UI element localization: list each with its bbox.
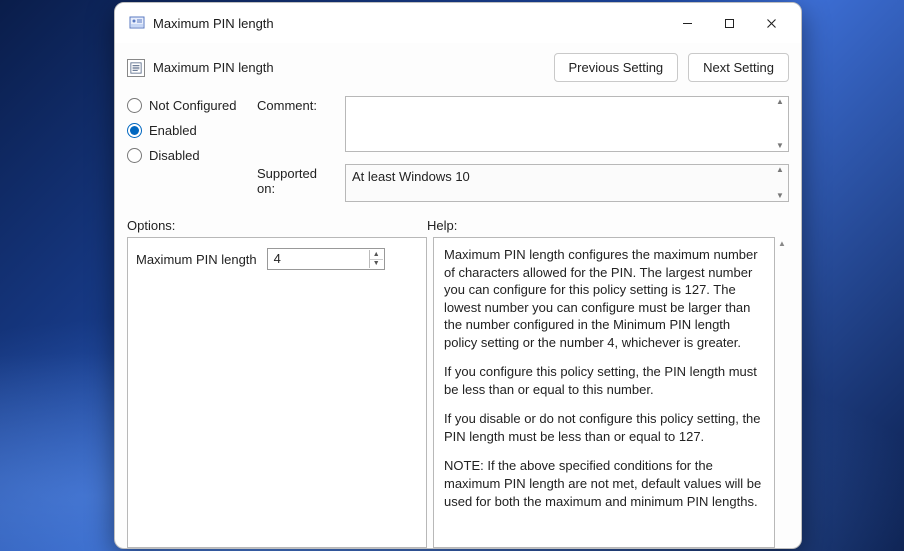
max-pin-length-input[interactable]: 4 ▲ ▼ [267,248,385,270]
help-panel[interactable]: Maximum PIN length configures the maximu… [433,237,775,548]
dialog-content: Maximum PIN length Previous Setting Next… [115,43,801,548]
policy-header-row: Maximum PIN length Previous Setting Next… [127,53,789,82]
supported-on-value: At least Windows 10 [352,169,470,184]
max-pin-length-label: Maximum PIN length [136,252,257,267]
policy-name: Maximum PIN length [153,60,274,75]
radio-disabled[interactable]: Disabled [127,148,247,163]
radio-label: Not Configured [149,98,236,113]
window-title: Maximum PIN length [153,16,274,31]
app-icon [129,15,145,31]
spinner[interactable]: ▲ ▼ [369,250,383,268]
help-section-label: Help: [427,218,457,233]
policy-icon [127,59,145,77]
radio-label: Enabled [149,123,197,138]
radio-not-configured[interactable]: Not Configured [127,98,247,113]
maximize-button[interactable] [709,8,749,38]
window-controls [667,8,791,38]
radio-dot [127,98,142,113]
radio-label: Disabled [149,148,200,163]
scroll-arrows[interactable]: ▲▼ [773,166,787,200]
radio-enabled[interactable]: Enabled [127,123,247,138]
help-paragraph: If you disable or do not configure this … [444,410,764,445]
options-panel: Maximum PIN length 4 ▲ ▼ [127,237,427,548]
comment-textbox[interactable]: ▲▼ [345,96,789,152]
previous-setting-button[interactable]: Previous Setting [554,53,679,82]
next-setting-button[interactable]: Next Setting [688,53,789,82]
scroll-arrows[interactable]: ▲▼ [773,98,787,150]
titlebar[interactable]: Maximum PIN length [115,3,801,43]
spinner-down[interactable]: ▼ [370,260,383,269]
minimize-button[interactable] [667,8,707,38]
help-paragraph: NOTE: If the above specified conditions … [444,457,764,510]
comment-label: Comment: [257,96,337,152]
dialog-window: Maximum PIN length Maximum PIN length Pr… [114,2,802,549]
help-paragraph: If you configure this policy setting, th… [444,363,764,398]
supported-on-textbox: At least Windows 10 ▲▼ [345,164,789,202]
spinner-up[interactable]: ▲ [370,250,383,260]
state-and-fields: Not Configured Enabled Disabled Comment:… [127,96,789,202]
supported-on-label: Supported on: [257,164,337,202]
radio-dot [127,123,142,138]
close-button[interactable] [751,8,791,38]
help-paragraph: Maximum PIN length configures the maximu… [444,246,764,351]
max-pin-length-value: 4 [274,251,281,266]
state-radio-group: Not Configured Enabled Disabled [127,96,247,202]
radio-dot [127,148,142,163]
help-scrollbar[interactable]: ▲ [775,237,789,548]
options-section-label: Options: [127,218,427,233]
